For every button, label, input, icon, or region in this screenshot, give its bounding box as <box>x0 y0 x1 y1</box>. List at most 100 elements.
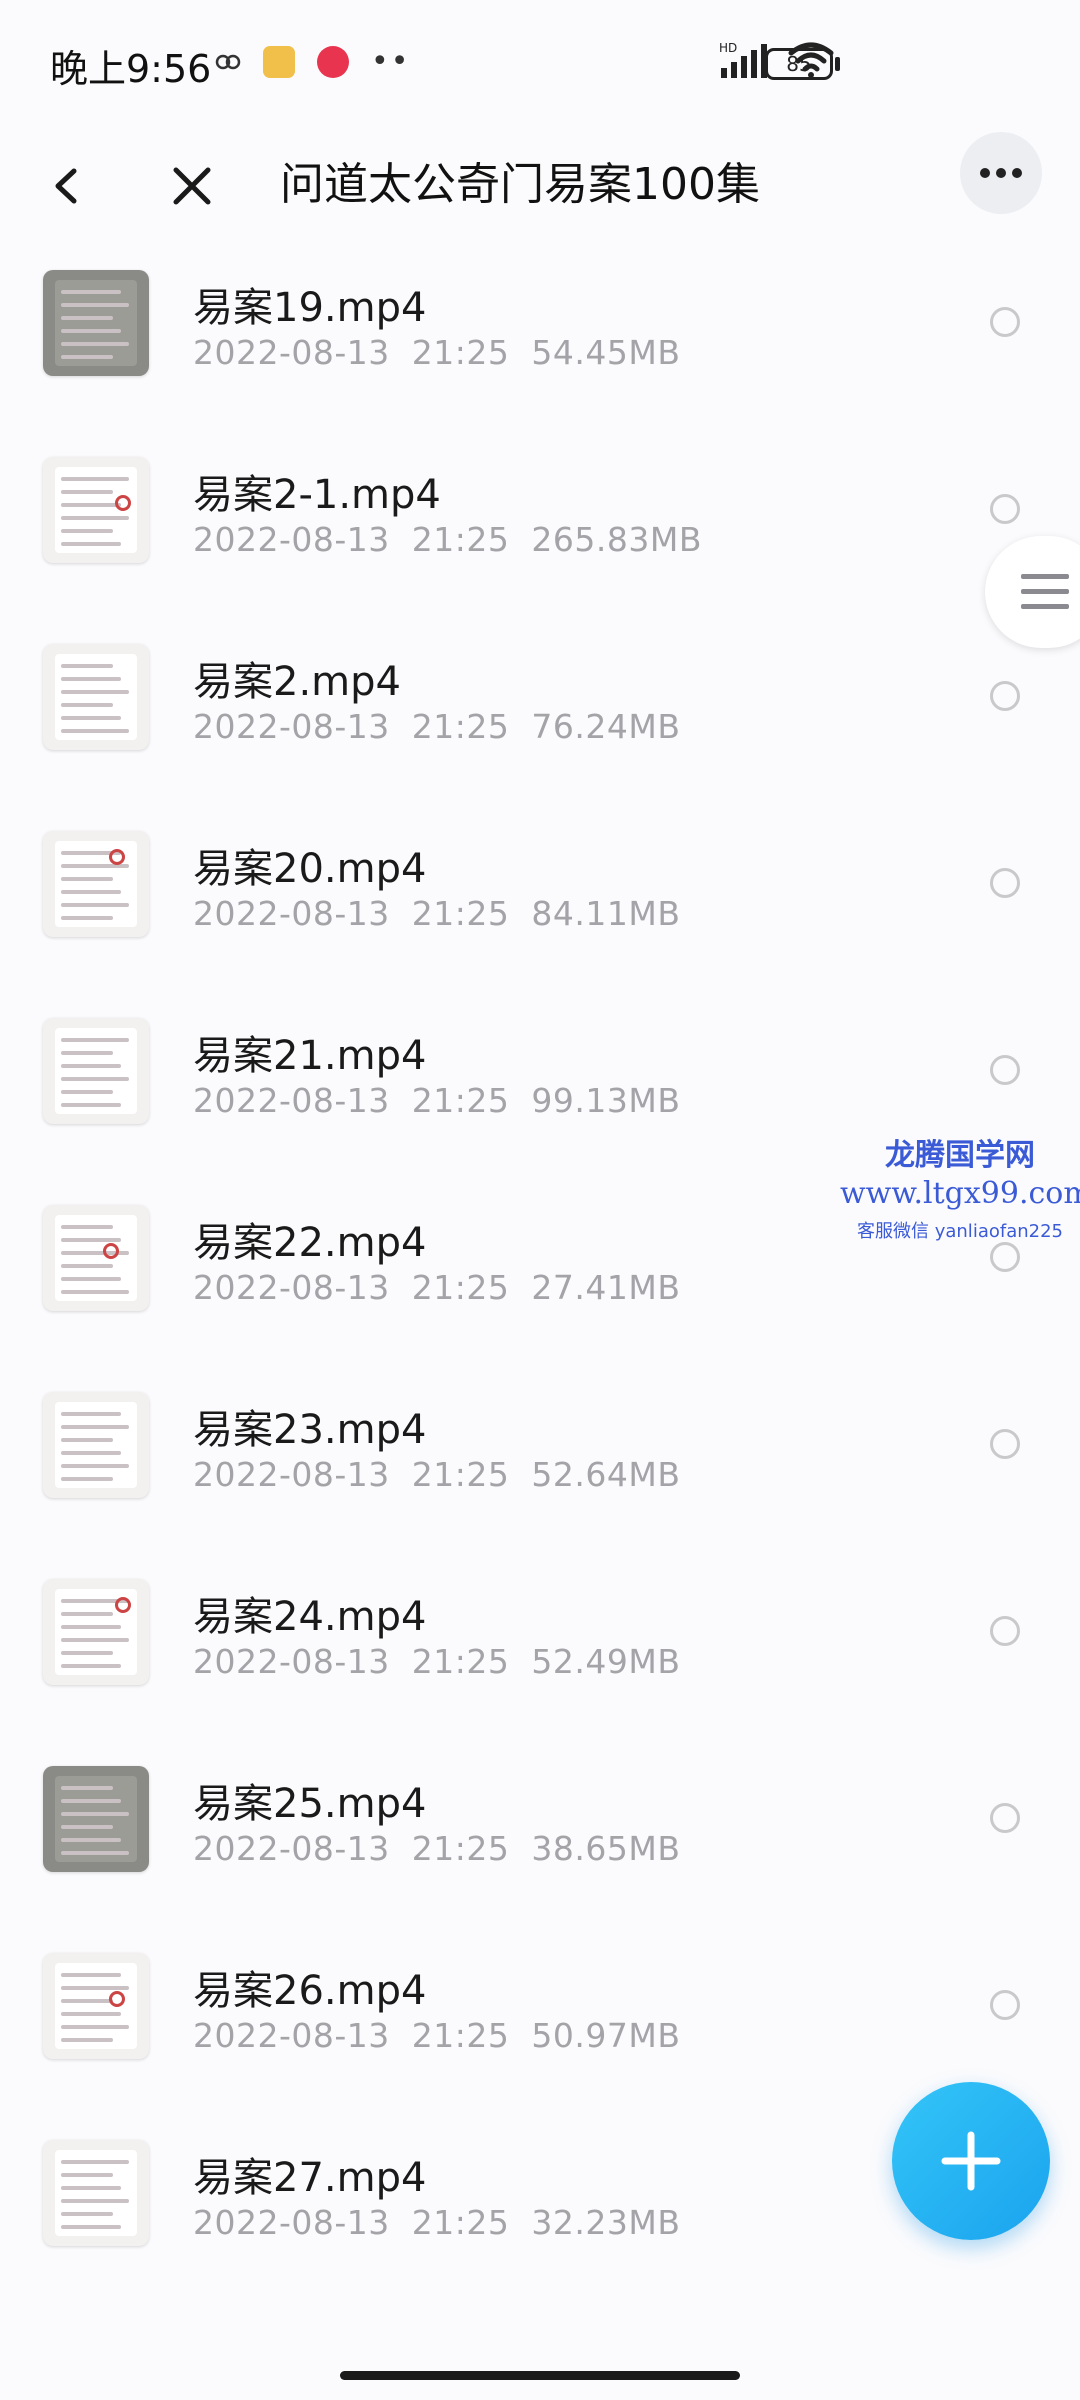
more-horizontal-icon <box>980 168 1022 178</box>
home-indicator[interactable] <box>340 2371 740 2380</box>
select-radio[interactable] <box>990 1803 1020 1833</box>
video-thumbnail <box>43 1018 149 1124</box>
select-radio[interactable] <box>990 1429 1020 1459</box>
file-size: 99.13MB <box>531 1081 681 1120</box>
file-date: 2022-08-13 <box>193 1642 390 1681</box>
file-name: 易案27.mp4 <box>193 2155 427 2201</box>
video-thumbnail <box>43 2140 149 2246</box>
file-name: 易案21.mp4 <box>193 1033 427 1079</box>
video-thumbnail <box>43 1205 149 1311</box>
more-notifications-icon: •• <box>371 44 411 79</box>
file-date: 2022-08-13 <box>193 894 390 933</box>
select-radio[interactable] <box>990 1990 1020 2020</box>
status-time: 晚上9:56 <box>50 47 212 91</box>
battery-indicator: 85 <box>765 48 833 80</box>
file-date: 2022-08-13 <box>193 333 390 372</box>
file-date: 2022-08-13 <box>193 1455 390 1494</box>
file-meta: 2022-08-13 21:25 76.24MB <box>193 707 680 746</box>
select-radio[interactable] <box>990 1242 1020 1272</box>
file-size: 52.64MB <box>531 1455 681 1494</box>
file-name: 易案2-1.mp4 <box>193 472 441 518</box>
file-row[interactable]: 易案24.mp4 2022-08-13 21:25 52.49MB <box>0 1524 1080 1711</box>
file-size: 38.65MB <box>531 1829 681 1868</box>
file-date: 2022-08-13 <box>193 2203 390 2242</box>
file-size: 54.45MB <box>531 333 681 372</box>
file-time: 21:25 <box>411 333 510 372</box>
file-time: 21:25 <box>411 520 510 559</box>
more-options-button[interactable] <box>960 132 1042 214</box>
file-list[interactable]: 易案18.mp42022-08-1321:2586.46MB易案19.mp420… <box>0 240 1080 2360</box>
file-list-content: 易案18.mp42022-08-1321:2586.46MB易案19.mp420… <box>0 240 1080 2272</box>
video-thumbnail <box>43 1766 149 1872</box>
file-name: 易案20.mp4 <box>193 846 427 892</box>
file-date: 2022-08-13 <box>193 1268 390 1307</box>
chevron-left-icon <box>55 168 77 204</box>
file-size: 50.97MB <box>531 2016 681 2055</box>
file-size: 52.49MB <box>531 1642 681 1681</box>
file-time: 21:25 <box>411 2016 510 2055</box>
file-row[interactable]: 易案20.mp4 2022-08-13 21:25 84.11MB <box>0 776 1080 963</box>
file-name: 易案19.mp4 <box>193 285 427 331</box>
select-radio[interactable] <box>990 1055 1020 1085</box>
file-row[interactable]: 易案23.mp4 2022-08-13 21:25 52.64MB <box>0 1337 1080 1524</box>
add-button[interactable] <box>892 2082 1050 2240</box>
music-app-icon <box>317 45 349 78</box>
back-button[interactable] <box>40 145 100 225</box>
select-radio[interactable] <box>990 307 1020 337</box>
file-date: 2022-08-13 <box>193 1829 390 1868</box>
video-thumbnail <box>43 831 149 937</box>
video-thumbnail <box>43 1953 149 2059</box>
file-time: 21:25 <box>411 1268 510 1307</box>
file-date: 2022-08-13 <box>193 2016 390 2055</box>
plus-icon <box>941 2131 1001 2191</box>
close-button[interactable] <box>162 145 222 225</box>
select-radio[interactable] <box>990 494 1020 524</box>
link-icon <box>215 54 241 69</box>
notes-app-icon <box>263 45 295 78</box>
file-meta: 2022-08-13 21:25 99.13MB <box>193 1081 680 1120</box>
network-label: HD <box>719 41 737 55</box>
file-time: 21:25 <box>411 894 510 933</box>
file-meta: 2022-08-13 21:25 52.64MB <box>193 1455 680 1494</box>
file-name: 易案26.mp4 <box>193 1968 427 2014</box>
file-meta: 2022-08-13 21:25 32.23MB <box>193 2203 680 2242</box>
file-meta: 2022-08-13 21:25 27.41MB <box>193 1268 680 1307</box>
file-row[interactable]: 易案2.mp4 2022-08-13 21:25 76.24MB <box>0 589 1080 776</box>
file-size: 84.11MB <box>531 894 681 933</box>
file-meta: 2022-08-13 21:25 52.49MB <box>193 1642 680 1681</box>
watermark: 龙腾国学网 www.ltgx99.com 客服微信 yanliaofan225 <box>840 1130 1080 1243</box>
file-meta: 2022-08-13 21:25 265.83MB <box>193 520 702 559</box>
file-size: 265.83MB <box>531 520 702 559</box>
page-title: 问道太公奇门易案100集 <box>280 159 760 210</box>
file-size: 27.41MB <box>531 1268 681 1307</box>
file-time: 21:25 <box>411 1642 510 1681</box>
select-radio[interactable] <box>990 1616 1020 1646</box>
video-thumbnail <box>43 644 149 750</box>
video-thumbnail <box>43 457 149 563</box>
file-time: 21:25 <box>411 2203 510 2242</box>
file-time: 21:25 <box>411 1081 510 1120</box>
video-thumbnail <box>43 1579 149 1685</box>
notification-icons: •• <box>215 44 410 79</box>
file-name: 易案24.mp4 <box>193 1594 427 1640</box>
signal-icon: HD <box>719 41 767 78</box>
video-thumbnail <box>43 270 149 376</box>
file-row[interactable]: 易案21.mp4 2022-08-13 21:25 99.13MB <box>0 963 1080 1150</box>
file-time: 21:25 <box>411 1455 510 1494</box>
file-name: 易案22.mp4 <box>193 1220 427 1266</box>
file-time: 21:25 <box>411 707 510 746</box>
file-name: 易案23.mp4 <box>193 1407 427 1453</box>
select-radio[interactable] <box>990 681 1020 711</box>
file-row[interactable]: 易案26.mp4 2022-08-13 21:25 50.97MB <box>0 1898 1080 2085</box>
menu-lines-icon <box>1021 574 1069 609</box>
file-row[interactable]: 易案19.mp4 2022-08-13 21:25 54.45MB <box>0 240 1080 402</box>
file-row[interactable]: 易案25.mp4 2022-08-13 21:25 38.65MB <box>0 1711 1080 1898</box>
battery-tip <box>835 57 840 71</box>
select-radio[interactable] <box>990 868 1020 898</box>
status-bar: 晚上9:56 •• HD 85 <box>0 0 1080 130</box>
file-name: 易案25.mp4 <box>193 1781 427 1827</box>
file-meta: 2022-08-13 21:25 54.45MB <box>193 333 680 372</box>
app-header: 问道太公奇门易案100集 <box>0 130 1080 240</box>
watermark-url: www.ltgx99.com <box>840 1176 1080 1211</box>
file-row[interactable]: 易案2-1.mp4 2022-08-13 21:25 265.83MB <box>0 402 1080 589</box>
